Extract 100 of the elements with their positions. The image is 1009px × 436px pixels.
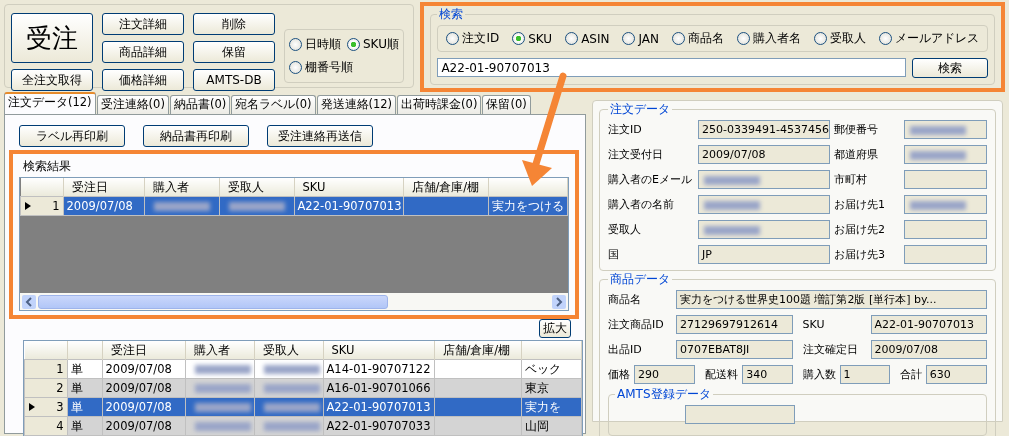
table-row[interactable]: 1 2009/07/08 A22-01-90707013 実力をつける: [20, 196, 568, 216]
field-label: お届け先1: [834, 197, 886, 212]
column-header[interactable]: 受注日: [63, 178, 144, 197]
text-field[interactable]: 0707EBAT8JI: [676, 340, 793, 359]
column-header[interactable]: 店舗/倉庫/棚: [434, 341, 521, 360]
field-label: 価格: [608, 367, 630, 382]
radio-button[interactable]: [347, 38, 360, 51]
toolbar-button[interactable]: 価格詳細: [102, 69, 184, 91]
radio-button[interactable]: [814, 32, 827, 45]
text-field[interactable]: [904, 120, 987, 139]
field-label: 出品ID: [608, 342, 643, 357]
text-field[interactable]: [904, 245, 987, 264]
radio-button[interactable]: [446, 32, 460, 45]
text-field[interactable]: JP: [698, 245, 830, 264]
tab[interactable]: 発送連絡(12): [316, 95, 397, 114]
field-label: 注文ID: [608, 122, 643, 137]
text-field[interactable]: 2009/07/08: [870, 340, 987, 359]
toolbar-button[interactable]: 保留: [193, 41, 275, 63]
field-label: 購入者のEメール: [608, 172, 693, 187]
search-field[interactable]: A22-01-90707013: [437, 58, 906, 77]
toolbar-button[interactable]: AMTS-DB: [193, 69, 275, 91]
table-row[interactable]: 2 単 2009/07/08 A16-01-90701066 東京: [24, 378, 582, 398]
text-field[interactable]: [698, 195, 830, 214]
column-header[interactable]: SKU: [294, 178, 403, 197]
radio-label[interactable]: JAN: [638, 31, 659, 46]
text-field[interactable]: [685, 405, 795, 424]
text-field[interactable]: 290: [634, 365, 696, 384]
text-field[interactable]: 250-0339491-4537456: [698, 120, 830, 139]
order-button[interactable]: 受注: [11, 13, 93, 63]
column-header[interactable]: 受取人: [254, 341, 323, 360]
column-header[interactable]: 店舗/倉庫/棚: [403, 178, 488, 197]
radio-button[interactable]: [289, 38, 302, 51]
text-field[interactable]: 実力をつける世界史100題 増訂第2版 [単行本] by...: [676, 290, 987, 309]
column-header[interactable]: 受取人: [219, 178, 294, 197]
tab[interactable]: 受注連絡(0): [96, 95, 169, 114]
toolbar-button[interactable]: 削除: [193, 13, 275, 35]
radio-button[interactable]: [512, 32, 526, 45]
field-label: 郵便番号: [834, 122, 879, 137]
text-field[interactable]: [904, 145, 987, 164]
text-field[interactable]: [904, 195, 987, 214]
text-field[interactable]: [698, 220, 830, 239]
tab[interactable]: 保留(0): [482, 95, 531, 114]
toolbar-button[interactable]: 商品詳細: [102, 41, 184, 63]
scroll-right-icon[interactable]: [552, 294, 566, 309]
radio-label[interactable]: 棚番号順: [305, 59, 353, 76]
column-header[interactable]: SKU: [323, 341, 434, 360]
text-field[interactable]: 2009/07/08: [698, 145, 830, 164]
table-row[interactable]: 3 単 2009/07/08 A22-01-90707013 実力を: [24, 397, 582, 417]
column-header[interactable]: 受注日: [102, 341, 185, 360]
field-label: 市町村: [834, 172, 868, 187]
group-title: 商品データ: [609, 271, 671, 288]
radio-label[interactable]: 受取人: [830, 30, 866, 47]
radio-label[interactable]: SKU順: [363, 36, 399, 53]
action-button[interactable]: 受注連絡再送信: [267, 125, 373, 147]
table-row[interactable]: 4 単 2009/07/08 A22-01-90707033 山岡: [24, 416, 582, 436]
field-label: 注文商品ID: [608, 317, 665, 332]
radio-label[interactable]: 購入者名: [753, 30, 801, 47]
radio-button[interactable]: [289, 61, 302, 74]
fetch-all-button[interactable]: 全注文取得: [11, 69, 93, 91]
action-button[interactable]: 納品書再印刷: [143, 125, 249, 147]
action-button[interactable]: ラベル再印刷: [19, 125, 125, 147]
tab[interactable]: 注文データ(12): [4, 92, 96, 114]
tab[interactable]: 納品書(0): [169, 95, 231, 114]
table-cell: 実力をつける: [488, 196, 568, 216]
radio-label[interactable]: 日時順: [305, 36, 341, 53]
text-field[interactable]: 630: [925, 365, 987, 384]
text-field[interactable]: 340: [742, 365, 793, 384]
radio-label[interactable]: 注文ID: [462, 30, 500, 47]
tab[interactable]: 宛名ラベル(0): [231, 95, 316, 114]
radio-button[interactable]: [672, 32, 685, 45]
row-number: 1: [56, 362, 64, 376]
radio-label[interactable]: メールアドレス: [895, 30, 979, 47]
table-cell: 単: [67, 359, 102, 379]
text-field[interactable]: [904, 170, 987, 189]
row-number: 4: [56, 419, 64, 433]
table-cell: A22-01-90707013: [294, 196, 403, 216]
column-header[interactable]: 購入者: [144, 178, 219, 197]
search-button[interactable]: 検索: [912, 58, 988, 78]
text-field[interactable]: [698, 170, 830, 189]
tab[interactable]: 出荷時課金(0): [397, 95, 482, 114]
horizontal-scrollbar[interactable]: [20, 293, 568, 310]
table-row[interactable]: 1 単 2009/07/08 A14-01-90707122 ベック: [24, 359, 582, 379]
toolbar-button[interactable]: 注文詳細: [102, 13, 184, 35]
row-number: 2: [56, 381, 64, 395]
text-field[interactable]: 1: [839, 365, 890, 384]
scroll-left-icon[interactable]: [22, 294, 36, 309]
expand-button[interactable]: 拡大: [539, 319, 571, 338]
radio-button[interactable]: [622, 32, 636, 45]
text-field[interactable]: [904, 220, 987, 239]
radio-label[interactable]: 商品名: [688, 30, 724, 47]
radio-label[interactable]: ASIN: [581, 31, 610, 46]
column-header[interactable]: 購入者: [185, 341, 254, 360]
text-field[interactable]: A22-01-90707013: [870, 315, 987, 334]
radio-label[interactable]: SKU: [528, 31, 553, 46]
text-field[interactable]: 27129697912614: [676, 315, 793, 334]
scroll-thumb[interactable]: [38, 294, 388, 309]
radio-button[interactable]: [879, 32, 892, 45]
radio-button[interactable]: [565, 32, 579, 45]
table-cell: 2009/07/08: [63, 196, 144, 216]
radio-button[interactable]: [737, 32, 750, 45]
